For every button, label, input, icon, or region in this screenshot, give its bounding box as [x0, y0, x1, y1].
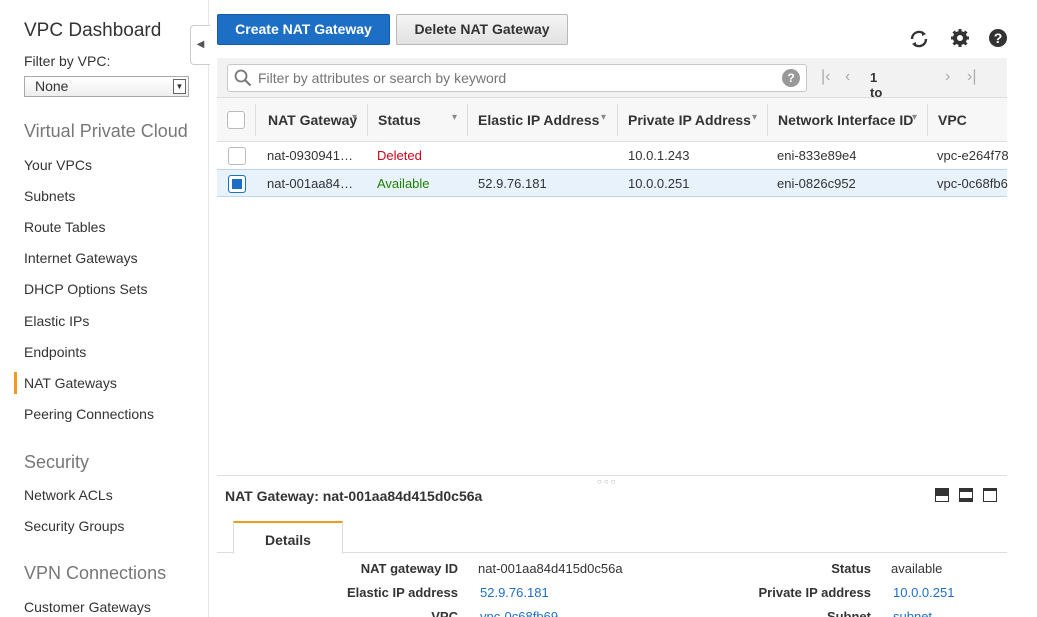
sort-caret-icon[interactable]: ▾: [352, 112, 357, 123]
first-page-icon[interactable]: |‹: [821, 68, 830, 86]
refresh-icon[interactable]: [908, 28, 930, 50]
sidebar-item-peering-connections[interactable]: Peering Connections: [24, 406, 154, 422]
chevron-left-icon: ◀: [196, 39, 205, 50]
sidebar-item-internet-gateways[interactable]: Internet Gateways: [24, 250, 138, 266]
cell-elastic-ip: 52.9.76.181: [478, 176, 547, 191]
sidebar-item-nat-gateways[interactable]: NAT Gateways: [24, 375, 117, 391]
cell-status: Available: [377, 176, 430, 191]
table-row-selected[interactable]: nat-001aa84… Available 52.9.76.181 10.0.…: [217, 169, 1008, 197]
select-arrow-icon: ▼: [173, 79, 186, 94]
collapse-sidebar-button[interactable]: ◀: [190, 25, 210, 65]
next-page-icon[interactable]: ›: [945, 68, 950, 86]
cell-private-ip: 10.0.0.251: [628, 176, 690, 191]
column-network-interface-id[interactable]: Network Interface ID: [778, 112, 913, 128]
sort-caret-icon[interactable]: ▾: [452, 112, 457, 123]
search-box[interactable]: ?: [227, 64, 807, 92]
last-page-icon[interactable]: ›|: [967, 68, 976, 86]
search-toolbar: ? |‹ ‹ 1 to 2 of 2 › ›|: [217, 58, 1007, 145]
detail-label-status: Status: [831, 561, 871, 576]
cell-nat-gateway-id[interactable]: nat-0930941…: [267, 148, 353, 163]
cell-status: Deleted: [377, 148, 422, 163]
splitter-grip-icon[interactable]: ○○○: [597, 477, 618, 486]
cell-network-interface-id: eni-833e89e4: [777, 148, 857, 163]
sidebar-item-subnets[interactable]: Subnets: [24, 188, 75, 204]
pane-layout-bottom-icon[interactable]: [935, 488, 949, 502]
cell-vpc: vpc-e264f78: [937, 148, 1009, 163]
detail-value-private-ip-link[interactable]: 10.0.0.251: [893, 585, 954, 600]
sidebar-item-dhcp-options-sets[interactable]: DHCP Options Sets: [24, 281, 147, 297]
create-nat-gateway-button[interactable]: Create NAT Gateway: [217, 14, 390, 45]
detail-label-nat-gateway-id: NAT gateway ID: [360, 561, 458, 576]
pane-layout-top-icon[interactable]: [983, 488, 997, 502]
section-security: Security: [24, 452, 90, 472]
sidebar: VPC Dashboard Filter by VPC: None ▼ Virt…: [0, 0, 209, 617]
cell-network-interface-id: eni-0826c952: [777, 176, 856, 191]
gear-icon[interactable]: [949, 28, 971, 50]
filter-by-vpc-label: Filter by VPC:: [24, 53, 111, 69]
svg-text:?: ?: [994, 30, 1003, 46]
filter-by-vpc-select[interactable]: None ▼: [24, 76, 189, 97]
select-all-checkbox[interactable]: [227, 111, 245, 129]
column-nat-gateway[interactable]: NAT Gateway: [268, 112, 357, 128]
search-help-icon[interactable]: ?: [782, 69, 800, 87]
column-elastic-ip[interactable]: Elastic IP Address: [478, 112, 599, 128]
sort-caret-icon[interactable]: ▾: [752, 112, 757, 123]
detail-value-vpc-link[interactable]: vpc-0c68fb69: [480, 609, 558, 617]
detail-value-elastic-ip-link[interactable]: 52.9.76.181: [480, 585, 549, 600]
sidebar-title[interactable]: VPC Dashboard: [24, 20, 161, 42]
detail-label-subnet: Subnet: [826, 609, 871, 617]
sort-caret-icon[interactable]: ▾: [601, 112, 606, 123]
details-pane-title: NAT Gateway: nat-001aa84d415d0c56a: [225, 488, 483, 504]
cell-vpc: vpc-0c68fb6: [937, 176, 1008, 191]
pane-layout-split-icon[interactable]: [959, 488, 973, 502]
detail-label-private-ip: Private IP address: [758, 585, 872, 600]
search-icon: [234, 69, 252, 87]
pane-splitter[interactable]: [217, 475, 1007, 476]
sort-caret-icon[interactable]: ▾: [912, 112, 917, 123]
sidebar-item-customer-gateways[interactable]: Customer Gateways: [24, 599, 151, 615]
sidebar-item-elastic-ips[interactable]: Elastic IPs: [24, 313, 89, 329]
sidebar-item-security-groups[interactable]: Security Groups: [24, 518, 124, 534]
sidebar-item-your-vpcs[interactable]: Your VPCs: [24, 157, 92, 173]
help-icon[interactable]: ?: [987, 28, 1009, 50]
sidebar-item-endpoints[interactable]: Endpoints: [24, 344, 86, 360]
search-input[interactable]: [258, 68, 778, 88]
row-checkbox-checked[interactable]: [228, 175, 246, 193]
table-row[interactable]: nat-0930941… Deleted 10.0.1.243 eni-833e…: [217, 142, 1009, 170]
detail-value-subnet-link[interactable]: subnet-: [893, 609, 936, 617]
delete-nat-gateway-button[interactable]: Delete NAT Gateway: [396, 14, 568, 45]
detail-label-elastic-ip: Elastic IP address: [346, 585, 458, 600]
table-header: NAT Gateway ▾ Status ▾ Elastic IP Addres…: [217, 98, 1007, 142]
column-vpc[interactable]: VPC: [938, 112, 967, 128]
row-checkbox[interactable]: [228, 147, 246, 165]
cell-nat-gateway-id[interactable]: nat-001aa84…: [267, 176, 353, 191]
section-vpn-connections: VPN Connections: [24, 563, 167, 583]
column-private-ip[interactable]: Private IP Address: [628, 112, 751, 128]
column-status[interactable]: Status: [378, 112, 421, 128]
sidebar-item-route-tables[interactable]: Route Tables: [24, 219, 105, 235]
active-item-indicator: [14, 372, 17, 394]
sidebar-item-network-acls[interactable]: Network ACLs: [24, 487, 113, 503]
cell-private-ip: 10.0.1.243: [628, 148, 690, 163]
tab-details[interactable]: Details: [233, 521, 343, 554]
detail-value-nat-gateway-id: nat-001aa84d415d0c56a: [478, 561, 623, 576]
detail-label-vpc: VPC: [431, 609, 458, 617]
prev-page-icon[interactable]: ‹: [845, 68, 850, 86]
filter-by-vpc-value: None: [35, 78, 69, 94]
section-virtual-private-cloud: Virtual Private Cloud: [24, 121, 188, 141]
detail-value-status: available: [891, 561, 943, 576]
